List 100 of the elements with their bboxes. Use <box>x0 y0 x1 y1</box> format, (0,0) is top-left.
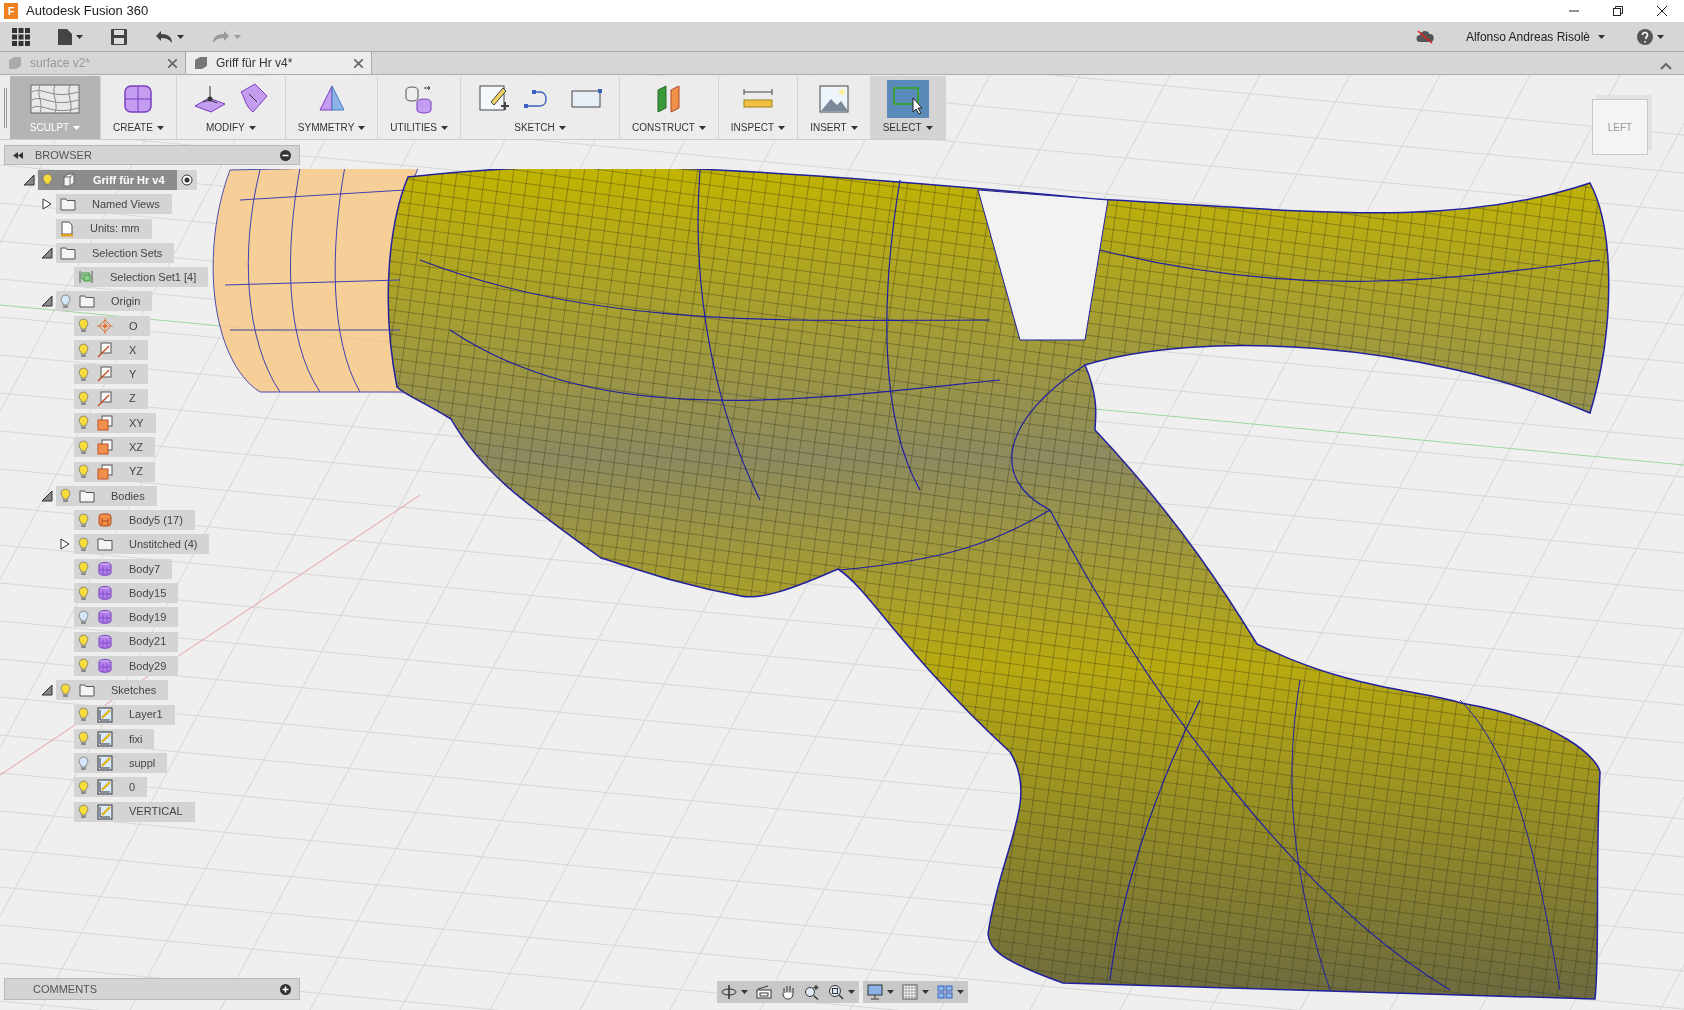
user-menu[interactable]: Alfonso Andreas Risolè <box>1465 27 1605 46</box>
lightbulb-icon[interactable] <box>78 609 89 625</box>
lightbulb-icon[interactable] <box>78 585 89 601</box>
selection-set-icon <box>78 269 94 286</box>
tree-item[interactable]: VERTICAL <box>74 801 195 822</box>
lightbulb-icon[interactable] <box>78 391 89 407</box>
undo-button[interactable] <box>155 29 184 44</box>
lightbulb-icon[interactable] <box>60 488 71 504</box>
tree-item[interactable]: Layer1 <box>74 704 175 725</box>
tree-item[interactable]: Body21 <box>74 631 179 652</box>
tree-item[interactable]: Body7 <box>74 558 173 579</box>
tree-item[interactable]: O <box>74 315 150 336</box>
lightbulb-icon[interactable] <box>78 804 89 820</box>
file-button[interactable] <box>58 28 83 45</box>
toolbar-group[interactable]: UTILITIES <box>378 76 461 139</box>
collapse-icon[interactable] <box>23 174 35 186</box>
display-settings-button[interactable] <box>867 984 894 1000</box>
lightbulb-icon[interactable] <box>78 342 89 358</box>
plane-icon <box>97 414 113 431</box>
lightbulb-icon[interactable] <box>78 658 89 674</box>
collapse-icon[interactable] <box>41 684 53 697</box>
browser-title: BROWSER <box>35 147 92 163</box>
zoom-button[interactable] <box>804 984 820 1000</box>
caret-icon <box>957 990 964 994</box>
collapse-icon[interactable] <box>41 489 53 502</box>
lightbulb-icon[interactable] <box>60 294 71 309</box>
lightbulb-icon[interactable] <box>42 172 53 188</box>
lightbulb-icon[interactable] <box>78 536 89 552</box>
lightbulb-icon[interactable] <box>78 464 89 480</box>
close-icon[interactable] <box>168 58 177 68</box>
lightbulb-icon[interactable] <box>78 779 89 795</box>
collapse-panel-icon[interactable] <box>13 151 23 159</box>
tree-item[interactable]: Bodies <box>56 485 157 506</box>
toolbar-group[interactable]: MODIFY <box>176 76 286 139</box>
tree-item[interactable]: Body15 <box>74 583 179 604</box>
toolbar-group[interactable]: CONSTRUCT <box>620 76 719 139</box>
tree-item[interactable]: Body19 <box>74 607 179 628</box>
collapse-icon[interactable] <box>41 246 53 259</box>
lightbulb-icon[interactable] <box>78 318 89 334</box>
look-at-button[interactable] <box>756 985 772 999</box>
tree-item[interactable]: Named Views <box>56 194 172 215</box>
folder-icon <box>97 537 113 552</box>
toolbar-group[interactable]: SKETCH <box>461 76 620 139</box>
tree-item[interactable]: Body5 (17) <box>74 510 195 531</box>
tree-item[interactable]: fixi <box>74 728 155 749</box>
app-logo: F <box>4 3 18 19</box>
tree-item[interactable]: XZ <box>74 437 156 458</box>
tree-item[interactable]: Z <box>74 388 148 409</box>
tree-item[interactable]: Selection Set1 [4] <box>74 267 209 288</box>
sketch-icon <box>97 730 113 747</box>
toolbar-group[interactable]: CREATE <box>101 76 177 139</box>
app-grid-button[interactable] <box>12 27 30 46</box>
toolbar-group[interactable]: INSPECT <box>718 76 799 139</box>
component-icon <box>194 56 208 70</box>
viewports-button[interactable] <box>937 985 964 999</box>
expand-icon[interactable] <box>59 538 71 551</box>
pan-button[interactable] <box>780 984 796 1000</box>
lightbulb-icon[interactable] <box>78 731 89 747</box>
plane-icon <box>97 463 113 480</box>
lightbulb-icon[interactable] <box>78 755 89 771</box>
tree-item[interactable]: XY <box>74 412 156 433</box>
lightbulb-icon[interactable] <box>78 415 89 431</box>
body-icon <box>97 585 113 602</box>
save-button[interactable] <box>111 28 127 45</box>
lightbulb-icon[interactable] <box>78 439 89 455</box>
caret-icon <box>248 125 256 130</box>
toolbar-group[interactable]: INSERT <box>798 76 871 139</box>
tree-item[interactable]: YZ <box>74 461 156 482</box>
lightbulb-icon[interactable] <box>78 366 89 382</box>
collapse-icon[interactable] <box>41 295 53 308</box>
tree-item[interactable]: 0 <box>74 777 148 798</box>
tree-item[interactable]: Origin <box>56 291 153 312</box>
radio-icon[interactable] <box>180 174 193 186</box>
lightbulb-icon[interactable] <box>60 682 71 698</box>
toolbar-group[interactable]: SYMMETRY <box>285 76 379 139</box>
minus-icon[interactable] <box>280 149 291 161</box>
tree-item[interactable]: Body29 <box>74 655 179 676</box>
lightbulb-icon[interactable] <box>78 512 89 528</box>
plane-icon <box>97 439 113 456</box>
fit-button[interactable] <box>828 984 855 1000</box>
tree-item[interactable]: Sketches <box>56 680 169 701</box>
tree-item[interactable]: Units: mm <box>56 218 152 239</box>
help-button[interactable] <box>1637 28 1664 45</box>
document-tab[interactable]: Griff für Hr v4* <box>186 52 372 74</box>
tree-item[interactable]: suppl <box>74 753 168 774</box>
expand-icon[interactable] <box>41 198 53 211</box>
tree-item[interactable]: Unstitched (4) <box>74 534 210 555</box>
lightbulb-icon[interactable] <box>78 561 89 577</box>
toolbar-group[interactable]: SELECT <box>870 76 946 139</box>
orbit-button[interactable] <box>721 984 748 1000</box>
caret-icon <box>441 125 448 130</box>
tree-item[interactable]: Selection Sets <box>56 242 175 263</box>
tree-item[interactable]: X <box>74 340 149 361</box>
grid-settings-button[interactable] <box>902 984 929 1000</box>
close-icon[interactable] <box>354 58 363 68</box>
tree-item[interactable]: Y <box>74 364 149 385</box>
caret-icon <box>156 125 164 130</box>
lightbulb-icon[interactable] <box>78 707 89 723</box>
add-icon[interactable] <box>280 983 291 995</box>
lightbulb-icon[interactable] <box>78 634 89 650</box>
